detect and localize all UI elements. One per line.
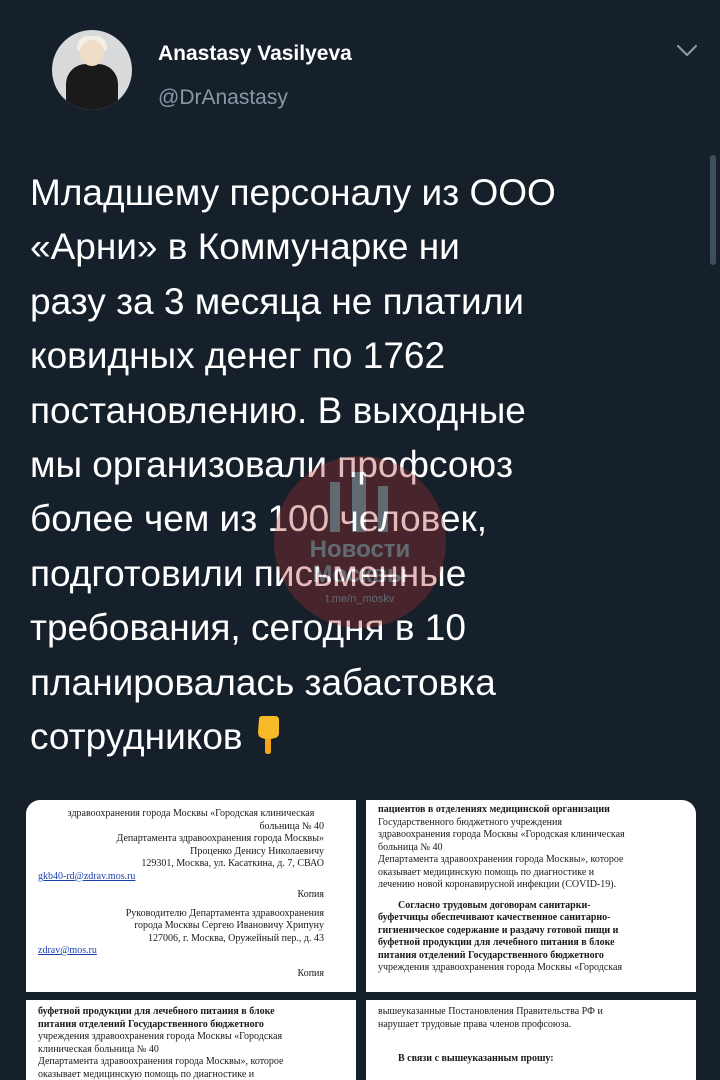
doc-line: здравоохранения города Москвы «Городская… bbox=[378, 829, 625, 840]
doc-line: оказывает медицинскую помощь по диагност… bbox=[378, 866, 595, 878]
doc-line: В связи с вышеуказанным прошу: bbox=[398, 1053, 554, 1064]
document-image-4[interactable]: вышеуказанные Постановления Правительств… bbox=[366, 1000, 696, 1080]
doc-line: буфетчицы обеспечивают качественное сани… bbox=[378, 912, 611, 923]
tweet-header: Anastasy Vasilyeva @DrAnastasy bbox=[0, 0, 720, 140]
doc-line: лечению новой коронавирусной инфекции (C… bbox=[378, 879, 617, 890]
doc-line: здравоохранения города Москвы «Городская… bbox=[67, 808, 315, 819]
chevron-down-icon[interactable] bbox=[676, 44, 698, 58]
avatar[interactable] bbox=[52, 30, 132, 110]
author-name[interactable]: Anastasy Vasilyeva bbox=[158, 42, 352, 66]
doc-line: учреждения здравоохранения города Москвы… bbox=[38, 1031, 283, 1042]
doc-line: Согласно трудовым договорам санитарки- bbox=[398, 899, 591, 911]
doc-line: пациентов в отделениях медицинской орган… bbox=[378, 804, 610, 815]
doc-line: Департамента здравоохранения города Моск… bbox=[116, 833, 324, 844]
doc-line: оказывает медицинскую помощь по диагност… bbox=[38, 1068, 255, 1080]
doc-line: Руководителю Департамента здравоохранени… bbox=[125, 907, 324, 919]
tweet-media-grid[interactable]: здравоохранения города Москвы «Городская… bbox=[26, 800, 696, 1080]
doc-line: буфетной продукции для лечебного питания… bbox=[378, 937, 615, 948]
doc-line: Проценко Денису Николаевичу bbox=[190, 845, 324, 857]
pointing-down-hand-icon bbox=[257, 716, 279, 755]
doc-line: больница № 40 bbox=[259, 820, 324, 832]
document-image-3[interactable]: буфетной продукции для лечебного питания… bbox=[26, 1000, 356, 1080]
doc-line: 127006, г. Москва, Оружейный пер., д. 43 bbox=[147, 932, 324, 944]
doc-line: Государственного бюджетного учреждения bbox=[378, 816, 562, 828]
doc-line: Копия bbox=[297, 889, 324, 900]
document-image-1[interactable]: здравоохранения города Москвы «Городская… bbox=[26, 800, 356, 992]
doc-line: Департамента здравоохранения города Моск… bbox=[38, 1056, 284, 1067]
author-handle[interactable]: @DrAnastasy bbox=[158, 86, 288, 110]
doc-email-link: gkb40-rd@zdrav.mos.ru bbox=[38, 870, 136, 882]
doc-line: питания отделений Государственного бюдже… bbox=[38, 1018, 264, 1030]
doc-email-link: zdrav@mos.ru bbox=[38, 945, 97, 956]
doc-line: города Москвы Сергею Ивановичу Хрипуну bbox=[134, 920, 324, 931]
doc-line: Копия bbox=[297, 967, 324, 979]
scrollbar[interactable] bbox=[710, 155, 716, 265]
doc-line: Департамента здравоохранения города Моск… bbox=[378, 854, 624, 865]
doc-line: вышеуказанные Постановления Правительств… bbox=[378, 1006, 603, 1017]
watermark-line3: t.me/n_moskv bbox=[326, 593, 395, 605]
doc-line: 129301, Москва, ул. Касаткина, д. 7, СВА… bbox=[141, 858, 324, 869]
doc-line: гигиеническое содержание и раздачу готов… bbox=[378, 924, 619, 936]
doc-line: клиническая больница № 40 bbox=[38, 1043, 159, 1055]
doc-line: нарушает трудовые права членов профсоюза… bbox=[378, 1018, 572, 1030]
document-image-2[interactable]: пациентов в отделениях медицинской орган… bbox=[366, 800, 696, 992]
watermark-logo: Новости Москвы t.me/n_moskv bbox=[274, 456, 446, 628]
doc-line: буфетной продукции для лечебного питания… bbox=[38, 1006, 275, 1017]
doc-line: питания отделений Государственного бюдже… bbox=[378, 949, 604, 961]
watermark-line2: Москвы bbox=[313, 561, 408, 588]
watermark-line1: Новости bbox=[310, 536, 411, 563]
doc-line: учреждения здравоохранения города Москвы… bbox=[378, 962, 623, 973]
doc-line: больница № 40 bbox=[378, 841, 443, 853]
